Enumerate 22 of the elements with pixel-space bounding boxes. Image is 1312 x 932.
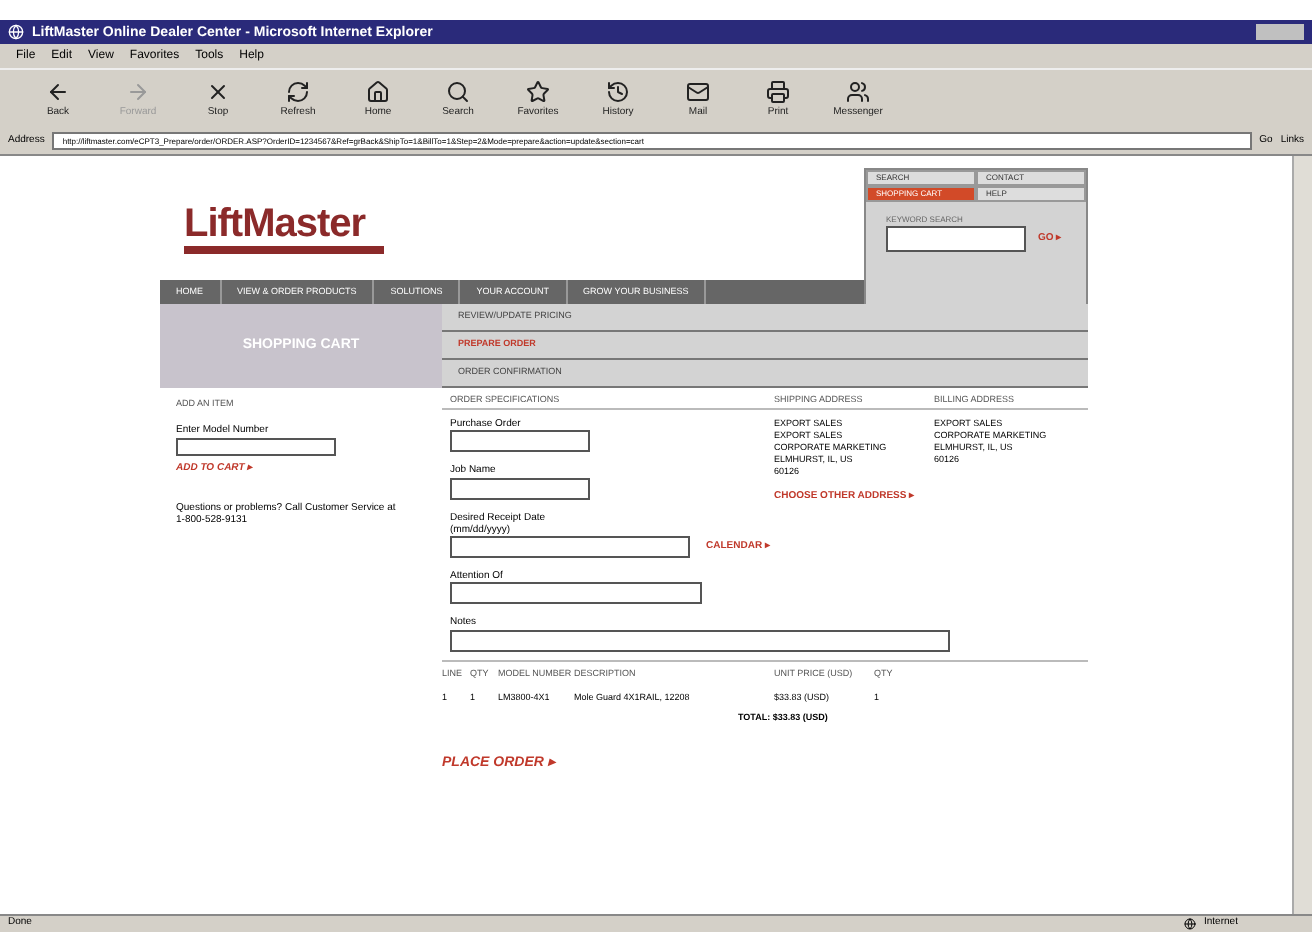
scrollbar[interactable]	[1292, 156, 1312, 914]
liftmaster-logo: LiftMaster	[184, 203, 384, 253]
printer-icon	[766, 80, 790, 104]
envelope-icon	[686, 80, 710, 104]
input-field[interactable]	[450, 536, 690, 558]
input-field[interactable]	[450, 582, 702, 605]
arrow-right-icon	[126, 80, 150, 104]
model-number-field[interactable]	[176, 438, 336, 457]
clock-icon	[606, 80, 630, 104]
home-icon	[366, 80, 390, 104]
input-field[interactable]	[450, 430, 590, 453]
browser-icon	[8, 24, 24, 40]
people-icon	[846, 80, 870, 104]
x-icon	[206, 80, 230, 104]
input-field[interactable]	[450, 477, 590, 499]
star-icon	[526, 80, 550, 104]
arrow-left-icon	[46, 80, 70, 104]
refresh-icon	[286, 80, 310, 104]
search-icon	[446, 80, 470, 104]
globe-icon	[1184, 918, 1196, 930]
search-field[interactable]	[886, 226, 1026, 252]
input-field[interactable]	[450, 629, 950, 651]
